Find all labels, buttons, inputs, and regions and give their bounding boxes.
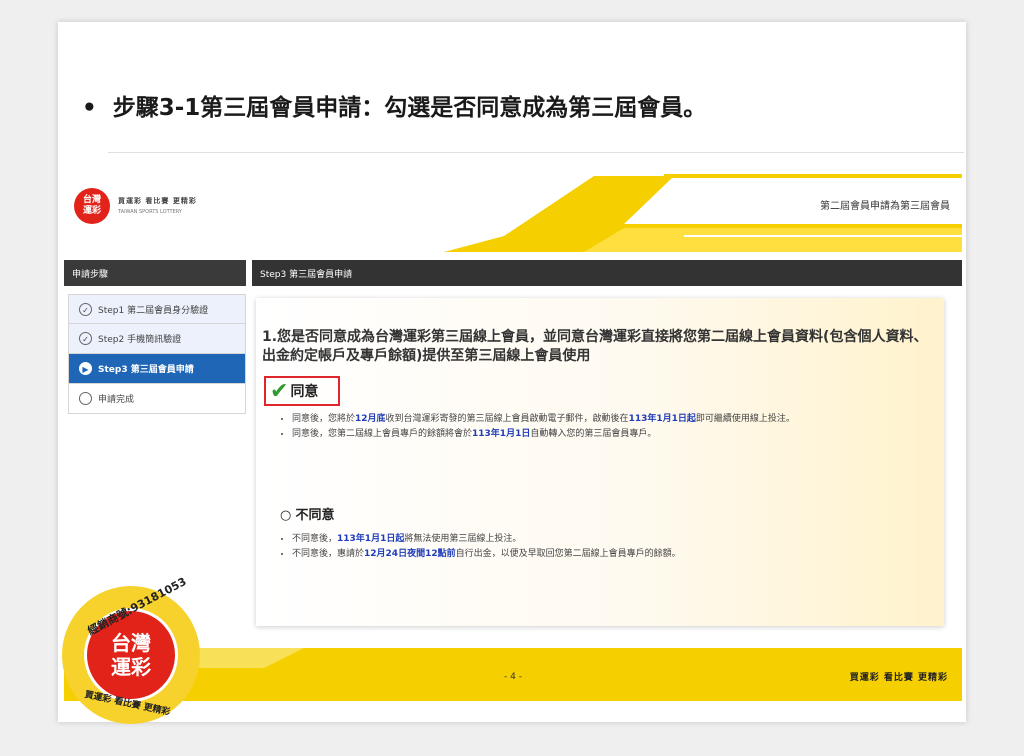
header-title: 第二屆會員申請為第三屆會員 xyxy=(820,201,950,212)
step-item-3[interactable]: ▶ Step3 第三屆會員申請 xyxy=(68,354,246,384)
disagree-notes: 不同意後，113年1月1日起將無法使用第三屆線上投注。 不同意後，惠請於12月2… xyxy=(278,532,942,562)
agree-note-1: 同意後，您將於12月底收到台灣運彩寄發的第三屆線上會員啟動電子郵件，啟動後在11… xyxy=(292,412,942,427)
checkmark-icon: ✔ xyxy=(270,378,289,404)
site-header: 台灣 運彩 買運彩 看比賽 更精彩 TAIWAN SPORTS LOTTERY … xyxy=(64,166,962,252)
content-heading-bar: Step3 第三屆會員申請 xyxy=(252,260,962,286)
content-heading: Step3 第三屆會員申請 xyxy=(260,270,353,280)
steps-heading: 申請步驟 xyxy=(72,270,109,280)
check-circle-icon: ✓ xyxy=(79,302,92,316)
agree-note-2: 同意後，您第二屆線上會員專戶的餘額將會於113年1月1日自動轉入您的第三屆會員專… xyxy=(292,427,942,442)
step-item-2[interactable]: ✓ Step2 手機簡訊驗證 xyxy=(68,324,246,354)
step-item-1[interactable]: ✓ Step1 第二屆會員身分驗證 xyxy=(68,294,246,324)
consent-question: 1.您是否同意成為台灣運彩第三屆線上會員，並同意台灣運彩直接將您第二屆線上會員資… xyxy=(262,329,928,364)
step-label: Step2 手機簡訊驗證 xyxy=(98,335,182,345)
disagree-note-1: 不同意後，113年1月1日起將無法使用第三屆線上投注。 xyxy=(292,532,942,547)
logo-line1: 台灣 xyxy=(82,195,101,205)
agree-label: 同意 xyxy=(290,384,319,400)
badge-line2: 運彩 xyxy=(111,655,151,679)
logo-caption: 買運彩 看比賽 更精彩 TAIWAN SPORTS LOTTERY xyxy=(118,196,197,215)
logo-line2: 運彩 xyxy=(82,206,101,216)
empty-circle-icon xyxy=(79,392,92,405)
badge-line1: 台灣 xyxy=(111,631,151,655)
steps-heading-bar: 申請步驟 xyxy=(64,260,246,286)
page-number: - 4 - xyxy=(504,672,522,682)
brand-logo[interactable]: 台灣 運彩 xyxy=(74,188,110,224)
logo-slogan: 買運彩 看比賽 更精彩 xyxy=(118,197,197,205)
step-item-4[interactable]: 申請完成 xyxy=(68,384,246,414)
disagree-option[interactable]: ○ 不同意 xyxy=(280,504,335,523)
step-label: Step1 第二屆會員身分驗證 xyxy=(98,305,209,316)
dealer-badge: 經銷商號:93181053 台灣 運彩 買運彩 看比賽 更精彩 xyxy=(62,575,200,724)
logo-english: TAIWAN SPORTS LOTTERY xyxy=(118,209,182,215)
agree-notes: 同意後，您將於12月底收到台灣運彩寄發的第三屆線上會員啟動電子郵件，啟動後在11… xyxy=(278,412,942,442)
steps-sidebar: ✓ Step1 第二屆會員身分驗證 ✓ Step2 手機簡訊驗證 ▶ Step3 第三… xyxy=(68,294,246,414)
disagree-note-2: 不同意後，惠請於12月24日夜間12點前自行出金，以便及早取回您第二屆線上會員專… xyxy=(292,547,942,562)
slide-title-text: 步驟3-1第三屆會員申請：勾選是否同意成為第三屆會員。 xyxy=(112,95,707,121)
check-circle-icon: ✓ xyxy=(79,332,92,345)
slide-title: • 步驟3-1第三屆會員申請：勾選是否同意成為第三屆會員。 xyxy=(82,88,706,122)
footer-slogan: 買運彩 看比賽 更精彩 xyxy=(849,673,948,683)
agree-option[interactable]: ✔ 同意 xyxy=(264,376,340,406)
bullet-dot: • xyxy=(82,95,97,121)
slide: • 步驟3-1第三屆會員申請：勾選是否同意成為第三屆會員。 台灣 運彩 買運彩 看… xyxy=(58,22,966,722)
embedded-screenshot: 台灣 運彩 買運彩 看比賽 更精彩 TAIWAN SPORTS LOTTERY … xyxy=(64,166,962,701)
radio-empty-icon: ○ xyxy=(280,508,292,523)
step-label: Step3 第三屆會員申請 xyxy=(98,365,194,375)
play-circle-icon: ▶ xyxy=(79,362,92,375)
content-panel: 1.您是否同意成為台灣運彩第三屆線上會員，並同意台灣運彩直接將您第二屆線上會員資… xyxy=(256,298,944,626)
section-bar: 申請步驟 Step3 第三屆會員申請 xyxy=(64,260,962,286)
step-label: 申請完成 xyxy=(98,395,135,405)
title-divider xyxy=(108,152,964,153)
disagree-label: 不同意 xyxy=(295,508,335,523)
